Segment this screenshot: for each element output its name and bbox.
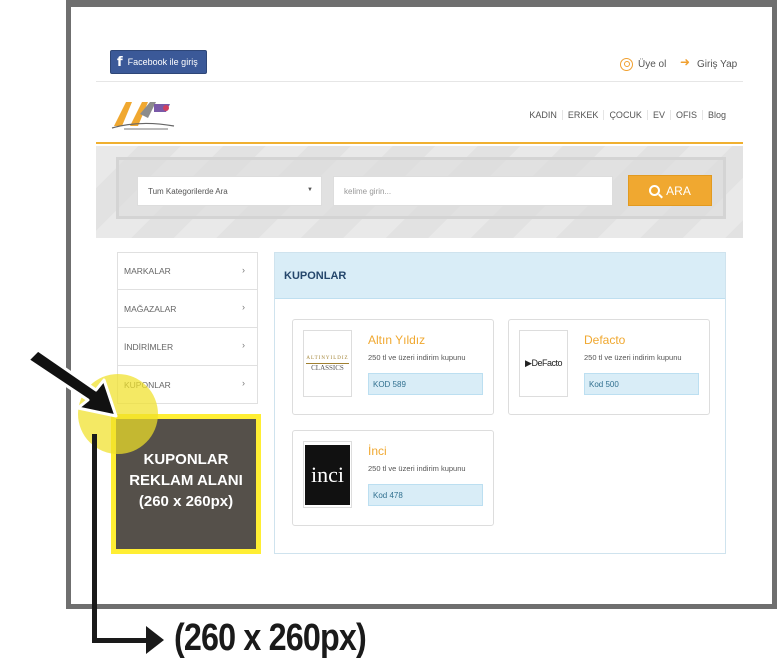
coupon-card-inci[interactable]: inci İnci 250 tl ve üzeri indirim kupunu… [292, 430, 494, 526]
login-label: Giriş Yap [697, 58, 738, 70]
login-link[interactable]: Giriş Yap [680, 55, 738, 70]
facebook-icon: f [117, 54, 123, 70]
sidebar-item-magazalar[interactable]: MAĞAZALAR › [117, 290, 258, 328]
arrow-right-icon [146, 626, 164, 654]
nav-item-cocuk[interactable]: ÇOCUK [603, 110, 647, 120]
search-band: Tum Kategorilerde Ara ▼ ARA [96, 146, 743, 238]
ad-line-1: KUPONLAR [143, 451, 229, 468]
chevron-right-icon: › [242, 340, 245, 350]
brand-logo-text: ▶DeFacto [525, 358, 562, 368]
coupon-description: 250 tl ve üzeri indirim kupunu [368, 464, 466, 473]
nav-item-erkek[interactable]: ERKEK [561, 110, 604, 120]
site-logo[interactable] [110, 96, 180, 134]
facebook-login-button[interactable]: f Facebook ile giriş [110, 50, 207, 74]
brand-logo-defacto: ▶DeFacto [519, 330, 568, 397]
top-bar: f Facebook ile giriş Üye ol Giriş Yap [96, 44, 743, 82]
coupon-brand-name[interactable]: Altın Yıldız [368, 333, 425, 347]
coupons-panel: KUPONLAR ALTINYILDIZ CLASSICS Altın Yıld… [274, 252, 726, 554]
ad-placeholder-label: KUPONLAR REKLAM ALANI (260 x 260px) [116, 449, 256, 512]
nav-item-ev[interactable]: EV [646, 110, 670, 120]
chevron-down-icon: ▼ [307, 187, 313, 193]
brand-logo-text: CLASSICS [311, 364, 344, 372]
screenshot-stage: f Facebook ile giriş Üye ol Giriş Yap KA… [0, 0, 777, 669]
coupon-description: 250 tl ve üzeri indirim kupunu [584, 353, 682, 362]
ad-line-2: REKLAM ALANI [129, 472, 243, 489]
chevron-right-icon: › [242, 378, 245, 388]
ad-line-3: (260 x 260px) [138, 493, 234, 510]
browser-frame-top [66, 0, 777, 7]
coupon-code[interactable]: KOD 589 [368, 373, 483, 395]
brand-logo-top-text: ALTINYILDIZ [306, 354, 349, 364]
sidebar-item-indirimler[interactable]: İNDİRİMLER › [117, 328, 258, 366]
search-button-label: ARA [666, 183, 691, 198]
pointer-arrow-icon [26, 348, 118, 418]
search-box: Tum Kategorilerde Ara ▼ ARA [116, 157, 726, 219]
coupon-code[interactable]: Kod 478 [368, 484, 483, 506]
brand-logo-altinyildiz: ALTINYILDIZ CLASSICS [303, 330, 352, 397]
sidebar-item-label: MAĞAZALAR [124, 303, 177, 314]
search-button[interactable]: ARA [628, 175, 712, 206]
signup-label: Üye ol [638, 59, 667, 70]
size-annotation: (260 x 260px) [174, 617, 367, 659]
coupon-brand-name[interactable]: Defacto [584, 333, 625, 347]
coupon-card-altinyildiz[interactable]: ALTINYILDIZ CLASSICS Altın Yıldız 250 tl… [292, 319, 494, 415]
user-icon [620, 58, 633, 71]
connector-vertical [92, 434, 97, 643]
chevron-right-icon: › [242, 265, 245, 275]
connector-horizontal [92, 638, 150, 643]
nav-item-kadin[interactable]: KADIN [524, 110, 562, 120]
coupons-panel-title: KUPONLAR [275, 253, 725, 299]
coupon-description: 250 tl ve üzeri indirim kupunu [368, 353, 466, 362]
nav-item-ofis[interactable]: OFIS [669, 110, 702, 120]
brand-logo-inci: inci [303, 441, 352, 508]
coupon-card-defacto[interactable]: ▶DeFacto Defacto 250 tl ve üzeri indirim… [508, 319, 710, 415]
coupon-brand-name[interactable]: İnci [368, 444, 387, 458]
category-select[interactable]: Tum Kategorilerde Ara ▼ [137, 176, 322, 206]
category-select-value: Tum Kategorilerde Ara [148, 186, 228, 196]
login-icon [680, 55, 692, 70]
chevron-right-icon: › [242, 302, 245, 312]
coupon-code[interactable]: Kod 500 [584, 373, 699, 395]
category-nav: KADIN ERKEK ÇOCUK EV OFIS Blog [524, 110, 731, 120]
main-navbar: KADIN ERKEK ÇOCUK EV OFIS Blog [96, 82, 743, 144]
facebook-login-label: Facebook ile giriş [127, 57, 198, 67]
brand-logo-text: inci [305, 444, 350, 505]
signup-link[interactable]: Üye ol [620, 58, 666, 71]
sidebar-item-label: MARKALAR [124, 266, 171, 276]
keyword-input[interactable] [333, 176, 613, 206]
sidebar-item-markalar[interactable]: MARKALAR › [117, 252, 258, 290]
search-icon [649, 185, 661, 196]
nav-item-blog[interactable]: Blog [701, 110, 731, 120]
